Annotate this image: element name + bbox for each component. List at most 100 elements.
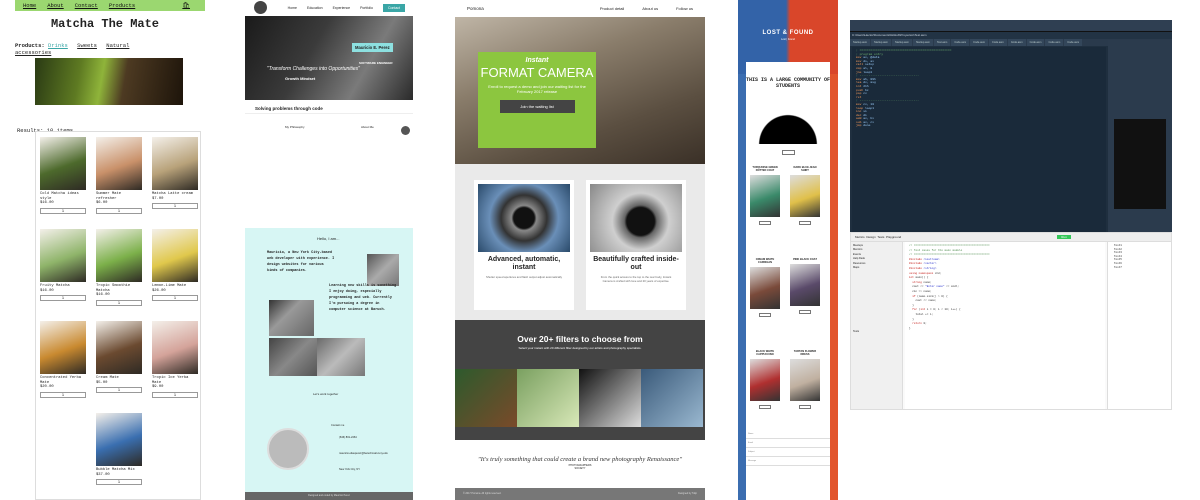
item-card[interactable]: TURQUOISE GREEN DOTTED COAT bbox=[750, 166, 780, 246]
item-card[interactable]: TARTAN FLOWER DRESS bbox=[790, 350, 820, 430]
product-image bbox=[96, 321, 142, 374]
outline-item[interactable]: Test7 bbox=[1114, 266, 1167, 270]
product-card[interactable]: Matcha Latte cream $7.00 1 bbox=[152, 137, 198, 209]
item-title: TARTAN FLOWER DRESS bbox=[793, 350, 817, 356]
more-button[interactable] bbox=[782, 150, 795, 155]
item-card[interactable]: CREAM WHITE CARDIGAN bbox=[750, 258, 780, 338]
filter-accessories[interactable]: accessories bbox=[15, 49, 51, 56]
nav-contact-button[interactable]: Contact bbox=[382, 4, 405, 12]
nav-home[interactable]: Home bbox=[23, 2, 36, 9]
product-card[interactable]: Concentrated Yerba Mate $20.00 1 bbox=[40, 321, 86, 398]
nav-product[interactable]: Product detail bbox=[600, 6, 624, 11]
quantity-input[interactable]: 1 bbox=[152, 203, 198, 209]
item-button[interactable] bbox=[759, 313, 771, 317]
tab-philosophy[interactable]: My Philosophy bbox=[285, 125, 305, 129]
editor-tab[interactable]: Code.asm bbox=[951, 39, 970, 46]
nav-about[interactable]: About us bbox=[642, 6, 658, 11]
waiting-list-button[interactable]: Join the waiting list bbox=[499, 100, 575, 113]
nav-education[interactable]: Education bbox=[307, 6, 323, 10]
product-price: $5.00 bbox=[96, 380, 108, 385]
editor-tab[interactable]: Code.asm bbox=[1007, 39, 1026, 46]
filter-natural[interactable]: Natural bbox=[106, 42, 129, 49]
nav-about[interactable]: About bbox=[47, 2, 64, 9]
tab-about[interactable]: About Me bbox=[361, 125, 374, 129]
tab-playground[interactable]: Playground bbox=[886, 235, 901, 239]
about-section: Hello, I am... Mauricio, a New York City… bbox=[245, 228, 413, 438]
quantity-input[interactable]: 1 bbox=[40, 207, 86, 214]
tab-tests[interactable]: Tests bbox=[877, 235, 884, 239]
feature-text: Shutter speed apertures and flash output… bbox=[485, 275, 563, 279]
editor-tab[interactable]: Code.asm bbox=[970, 39, 988, 46]
brand-logo[interactable]: Pomona bbox=[467, 6, 484, 11]
photo bbox=[317, 338, 365, 376]
editor-tab[interactable]: Startup.asm bbox=[912, 39, 933, 46]
subject-field[interactable]: Subject bbox=[746, 448, 830, 457]
nav-follow[interactable]: Follow us bbox=[676, 6, 693, 11]
email-field[interactable]: Email bbox=[746, 439, 830, 448]
quantity-input[interactable]: 1 bbox=[152, 295, 198, 301]
quantity-input[interactable]: 1 bbox=[96, 207, 142, 214]
editor-tab[interactable]: Code.asm bbox=[1064, 39, 1083, 46]
product-card[interactable]: Tropic Ice Yerba Mate $9.00 1 bbox=[152, 321, 198, 398]
item-button[interactable] bbox=[759, 221, 771, 225]
editor-tab[interactable]: Code.asm bbox=[1045, 39, 1064, 46]
sidebar-item[interactable]: Maps bbox=[853, 266, 900, 270]
filter-drinks[interactable]: Drinks bbox=[48, 42, 68, 49]
item-card[interactable]: BLACK WHITE CAPPUCCINO bbox=[750, 350, 780, 430]
editor-tab[interactable]: Startup.asm bbox=[850, 39, 870, 46]
editor-tab[interactable]: Startup.asm bbox=[870, 39, 891, 46]
product-card[interactable]: Fruity Matcha $16.00 1 bbox=[40, 229, 86, 301]
item-card[interactable]: DARK BLUE JEAN SHIRT bbox=[790, 166, 820, 246]
product-card[interactable]: Bubble Matcha Mix $37.00 1 bbox=[96, 413, 142, 485]
item-photo bbox=[750, 267, 780, 309]
tab-design[interactable]: Design bbox=[866, 235, 875, 239]
contact-title: Contact me bbox=[331, 424, 345, 427]
product-card[interactable]: Summer Mate refresher $6.00 1 bbox=[96, 137, 142, 214]
product-card[interactable]: Tropic Smoothie Matcha $16.00 1 bbox=[96, 229, 142, 306]
phone-text: (646) 801-2464 bbox=[339, 436, 357, 439]
name-field[interactable]: Name bbox=[746, 430, 830, 439]
editor-toolbar: Metrics Design Tests Playground Run bbox=[851, 233, 1171, 242]
item-button[interactable] bbox=[759, 405, 771, 409]
cart-icon[interactable]: 🛍 bbox=[182, 2, 190, 9]
quantity-input[interactable]: 1 bbox=[96, 479, 142, 485]
nav-experience[interactable]: Experience bbox=[333, 6, 351, 10]
product-card[interactable]: Lemon-Lime Mate $26.00 1 bbox=[152, 229, 198, 301]
run-button[interactable]: Run bbox=[1057, 235, 1071, 239]
quantity-input[interactable]: 1 bbox=[152, 391, 198, 398]
tab-metrics[interactable]: Metrics bbox=[855, 235, 865, 239]
nav-contact[interactable]: Contact bbox=[75, 2, 98, 9]
filter-photo bbox=[517, 369, 579, 427]
item-button[interactable] bbox=[799, 405, 811, 409]
quantity-input[interactable]: 1 bbox=[40, 391, 86, 398]
hello-text: Hello, I am... bbox=[317, 236, 340, 241]
product-price: $7.00 bbox=[152, 196, 164, 201]
quantity-input[interactable]: 1 bbox=[40, 295, 86, 301]
editor-tab[interactable]: Code.asm bbox=[988, 39, 1007, 46]
nav-home[interactable]: Home bbox=[288, 6, 297, 10]
product-card[interactable]: Cream Mate $5.00 1 bbox=[96, 321, 142, 393]
item-title: DARK BLUE JEAN SHIRT bbox=[793, 166, 817, 172]
nav-products[interactable]: Products bbox=[109, 2, 135, 9]
quantity-input[interactable]: 1 bbox=[96, 387, 142, 393]
code-view[interactable]: ; ======================================… bbox=[852, 47, 1106, 237]
filter-sweets[interactable]: Sweets bbox=[77, 42, 97, 49]
item-button[interactable] bbox=[799, 310, 811, 314]
features-section: Advanced, automatic, instant Shutter spe… bbox=[455, 164, 705, 320]
product-image bbox=[152, 229, 198, 282]
product-image bbox=[40, 321, 86, 374]
email-link[interactable]: mauricio.eliasperez@baruchmail.cuny.edu bbox=[339, 452, 388, 455]
avatar bbox=[254, 1, 267, 14]
editor-tab[interactable]: Test.asm bbox=[933, 39, 951, 46]
portfolio-nav: Home Education Experience Portfolio Cont… bbox=[245, 0, 413, 16]
message-field[interactable]: Message bbox=[746, 457, 830, 466]
editor-tab[interactable]: Code.asm bbox=[1026, 39, 1045, 46]
nav-portfolio[interactable]: Portfolio bbox=[360, 6, 373, 10]
item-button[interactable] bbox=[799, 221, 811, 225]
product-card[interactable]: Cold Matcha ideas style $16.00 1 bbox=[40, 137, 86, 214]
quantity-input[interactable]: 1 bbox=[96, 299, 142, 306]
code-view[interactable]: // =====================================… bbox=[905, 242, 1105, 409]
item-card[interactable]: PINK BLACK COAT bbox=[790, 258, 820, 338]
feature-card: Advanced, automatic, instant Shutter spe… bbox=[474, 180, 574, 310]
editor-tab[interactable]: Startup.asm bbox=[891, 39, 912, 46]
